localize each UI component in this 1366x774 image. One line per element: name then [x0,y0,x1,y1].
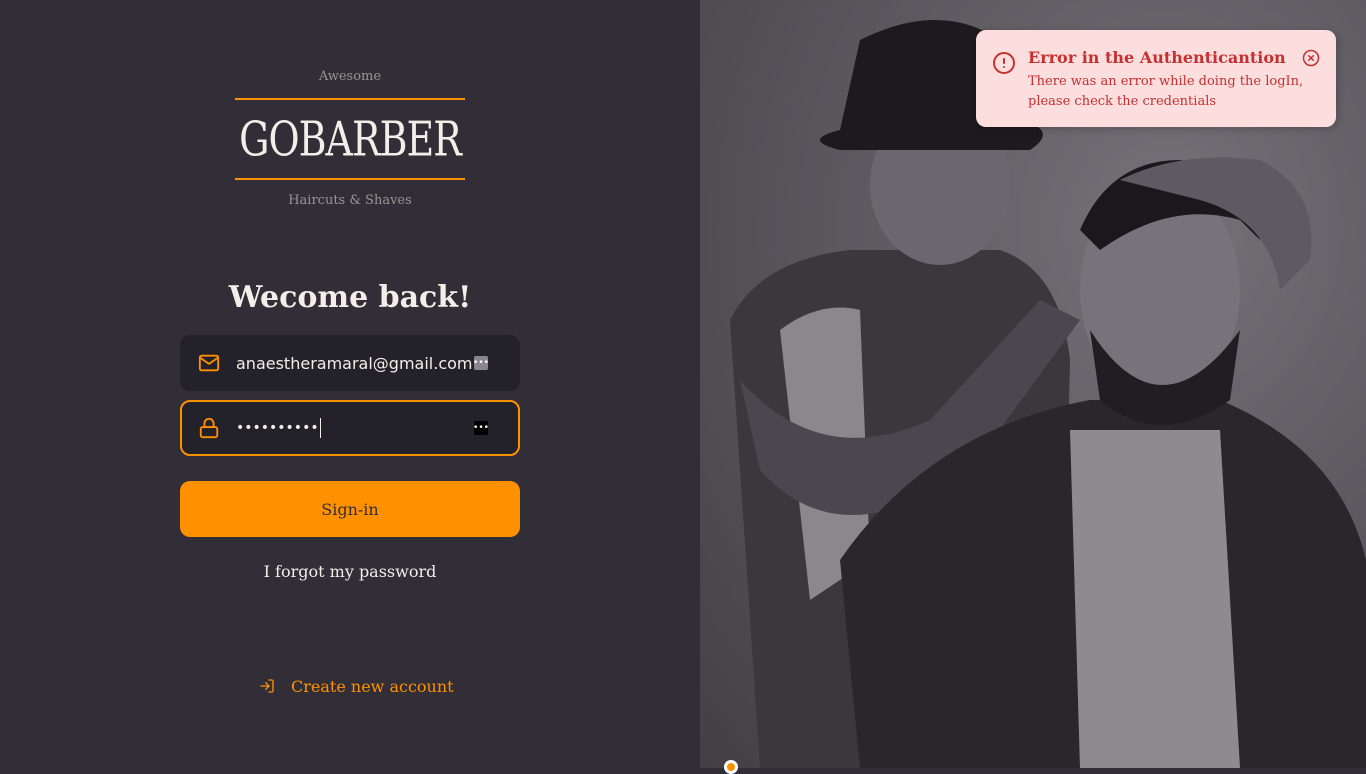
create-account-link[interactable]: Create new account [259,674,454,698]
logo-tagline-top: Awesome [318,69,382,84]
page-title: Wecome back! [228,280,472,315]
gobarber-logo: Awesome GOBARBER Haircuts & Shaves [235,68,465,213]
password-field[interactable]: •••••••••• ••• [180,400,520,456]
error-toast: Error in the Authenticantion There was a… [976,30,1336,127]
password-manager-icon[interactable]: ••• [473,421,489,435]
x-circle-icon[interactable] [1302,49,1320,67]
logo-brand: GOBARBER [235,106,465,172]
logo-brand-text: GOBARBER [239,111,462,167]
email-field[interactable]: anaestheramaral@gmail.com ••• [180,335,520,391]
sign-in-button[interactable]: Sign-in [180,481,520,537]
login-panel: Awesome GOBARBER Haircuts & Shaves Wecom… [0,0,700,768]
logo-divider-bottom [235,178,465,180]
password-manager-icon[interactable]: ••• [473,356,489,370]
lock-icon [199,417,219,439]
logo-divider-top [235,98,465,100]
password-input[interactable]: •••••••••• [236,418,474,438]
log-in-icon [260,679,274,693]
logo-tagline-bottom: Haircuts & Shaves [288,193,412,208]
text-caret [319,418,321,438]
password-value: •••••••••• [236,420,319,436]
forgot-password-link[interactable]: I forgot my password [180,560,520,584]
scroll-indicator[interactable] [724,760,738,774]
toast-description: There was an error while doing the logIn… [1028,74,1304,109]
mail-icon [198,354,220,372]
create-account-label: Create new account [291,676,454,696]
alert-circle-icon [993,52,1015,74]
email-input[interactable]: anaestheramaral@gmail.com [236,354,474,373]
toast-title: Error in the Authenticantion [1028,48,1286,67]
